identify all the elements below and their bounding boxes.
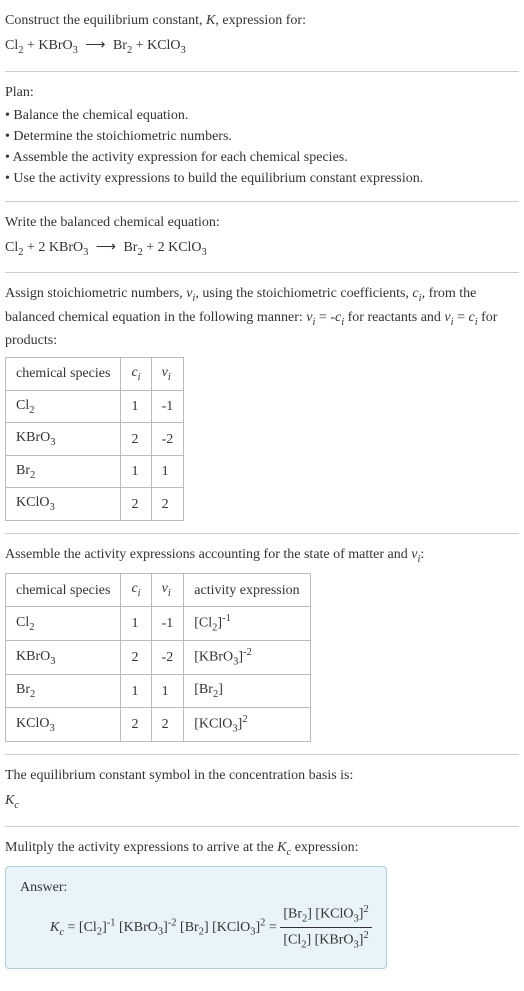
- cell-v: -2: [151, 641, 184, 675]
- balanced-equation: Cl2 + 2 KBrO3 ⟶ Br2 + 2 KClO3: [5, 237, 519, 261]
- cell-species: Cl2: [6, 390, 121, 423]
- cell-expr: [KClO3]2: [184, 707, 310, 741]
- stoich-section: Assign stoichiometric numbers, νi, using…: [5, 283, 519, 521]
- table-row: Cl2 1 -1 [Cl2]-1: [6, 607, 311, 641]
- cell-c: 2: [121, 641, 151, 675]
- balanced-section: Write the balanced chemical equation: Cl…: [5, 212, 519, 261]
- initial-equation: Cl2 + KBrO3 ⟶ Br2 + KClO3: [5, 35, 519, 59]
- multiply-section: Mulitply the activity expressions to arr…: [5, 837, 519, 969]
- cell-v: 2: [151, 488, 184, 521]
- divider: [5, 826, 519, 827]
- divider: [5, 533, 519, 534]
- denominator: [Cl2] [KBrO3]2: [280, 928, 371, 953]
- divider: [5, 272, 519, 273]
- kc-symbol: Kc: [5, 790, 519, 814]
- header-species: chemical species: [6, 358, 121, 391]
- symbol-line1: The equilibrium constant symbol in the c…: [5, 765, 519, 786]
- stoich-intro: Assign stoichiometric numbers, νi, using…: [5, 283, 519, 351]
- plan-item: Assemble the activity expression for eac…: [5, 147, 519, 168]
- table-row: KClO3 2 2: [6, 488, 184, 521]
- multiply-intro: Mulitply the activity expressions to arr…: [5, 837, 519, 861]
- cell-expr: [Cl2]-1: [184, 607, 310, 641]
- answer-box: Answer: Kc = [Cl2]-1 [KBrO3]-2 [Br2] [KC…: [5, 866, 387, 968]
- stoich-table: chemical species ci νi Cl2 1 -1 KBrO3 2 …: [5, 357, 184, 521]
- plan-item: Balance the chemical equation.: [5, 105, 519, 126]
- cell-species: Br2: [6, 675, 121, 708]
- cell-v: -1: [151, 390, 184, 423]
- cell-species: KBrO3: [6, 641, 121, 675]
- table-row: KBrO3 2 -2 [KBrO3]-2: [6, 641, 311, 675]
- cell-v: 1: [151, 675, 184, 708]
- cell-c: 1: [121, 675, 151, 708]
- activity-section: Assemble the activity expressions accoun…: [5, 544, 519, 742]
- table-row: chemical species ci νi activity expressi…: [6, 574, 311, 607]
- divider: [5, 71, 519, 72]
- plan-item: Use the activity expressions to build th…: [5, 168, 519, 189]
- header-section: Construct the equilibrium constant, K, e…: [5, 10, 519, 59]
- plan-title: Plan:: [5, 82, 519, 103]
- cell-species: KBrO3: [6, 423, 121, 456]
- table-row: KBrO3 2 -2: [6, 423, 184, 456]
- cell-c: 2: [121, 423, 151, 456]
- k-var: K: [206, 13, 215, 28]
- divider: [5, 201, 519, 202]
- cell-species: KClO3: [6, 488, 121, 521]
- numerator: [Br2] [KClO3]2: [280, 902, 371, 928]
- fraction: [Br2] [KClO3]2 [Cl2] [KBrO3]2: [280, 902, 371, 953]
- cell-expr: [Br2]: [184, 675, 310, 708]
- cell-v: 2: [151, 707, 184, 741]
- balanced-title: Write the balanced chemical equation:: [5, 212, 519, 233]
- cell-c: 2: [121, 707, 151, 741]
- cell-v: -2: [151, 423, 184, 456]
- header-v: νi: [151, 574, 184, 607]
- cell-c: 1: [121, 455, 151, 488]
- header-v: νi: [151, 358, 184, 391]
- divider: [5, 754, 519, 755]
- cell-v: -1: [151, 607, 184, 641]
- plan-list: Balance the chemical equation. Determine…: [5, 105, 519, 189]
- table-row: Br2 1 1 [Br2]: [6, 675, 311, 708]
- table-row: KClO3 2 2 [KClO3]2: [6, 707, 311, 741]
- header-expr: activity expression: [184, 574, 310, 607]
- header-c: ci: [121, 358, 151, 391]
- symbol-section: The equilibrium constant symbol in the c…: [5, 765, 519, 814]
- cell-c: 1: [121, 390, 151, 423]
- table-row: Br2 1 1: [6, 455, 184, 488]
- table-row: chemical species ci νi: [6, 358, 184, 391]
- answer-expression: Kc = [Cl2]-1 [KBrO3]-2 [Br2] [KClO3]2 = …: [20, 902, 372, 953]
- prompt-text: Construct the equilibrium constant,: [5, 13, 206, 28]
- plan-section: Plan: Balance the chemical equation. Det…: [5, 82, 519, 189]
- activity-intro: Assemble the activity expressions accoun…: [5, 544, 519, 568]
- table-row: Cl2 1 -1: [6, 390, 184, 423]
- header-species: chemical species: [6, 574, 121, 607]
- cell-c: 1: [121, 607, 151, 641]
- cell-species: Cl2: [6, 607, 121, 641]
- cell-species: KClO3: [6, 707, 121, 741]
- header-c: ci: [121, 574, 151, 607]
- activity-table: chemical species ci νi activity expressi…: [5, 573, 311, 742]
- cell-species: Br2: [6, 455, 121, 488]
- prompt-text-2: , expression for:: [215, 13, 306, 28]
- plan-item: Determine the stoichiometric numbers.: [5, 126, 519, 147]
- cell-expr: [KBrO3]-2: [184, 641, 310, 675]
- cell-c: 2: [121, 488, 151, 521]
- cell-v: 1: [151, 455, 184, 488]
- answer-label: Answer:: [20, 877, 372, 898]
